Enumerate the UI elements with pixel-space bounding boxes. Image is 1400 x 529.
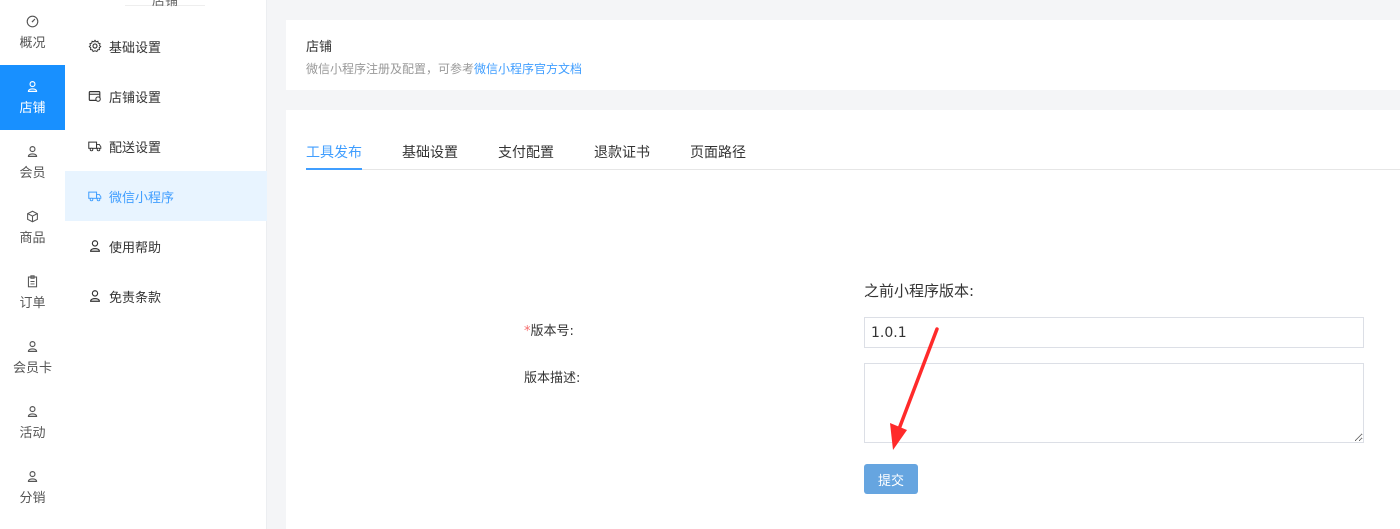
rail-item-shop[interactable]: 店铺 — [0, 65, 65, 130]
page-header: 店铺 微信小程序注册及配置，可参考微信小程序官方文档 — [286, 20, 1400, 90]
page-title: 店铺 — [306, 40, 333, 55]
sub-sidebar-title: 店铺 — [125, 0, 205, 9]
clipboard-icon — [27, 274, 38, 287]
sub-item-wechat-miniprogram[interactable]: 微信小程序 — [65, 171, 267, 221]
rail-item-distribution[interactable]: 分销 — [0, 455, 65, 520]
rail-item-label: 店铺 — [19, 100, 46, 116]
main-panel: 工具发布 基础设置 支付配置 退款证书 页面路径 之前小程序版本: *版本号: … — [286, 110, 1400, 529]
tab-page-paths[interactable]: 页面路径 — [690, 142, 746, 170]
tab-basic-settings[interactable]: 基础设置 — [402, 142, 458, 170]
sub-item-label: 使用帮助 — [109, 240, 162, 256]
description-field-label: 版本描述: — [524, 371, 581, 386]
main-nav-rail: 概况 店铺 会员 商品 订单 会员卡 活动 分销 — [0, 0, 65, 529]
version-label-text: 版本号: — [530, 324, 574, 339]
rail-item-label: 商品 — [19, 230, 46, 246]
rail-item-label: 概况 — [19, 35, 46, 51]
truck-icon — [87, 138, 103, 154]
sub-item-disclaimer[interactable]: 免责条款 — [65, 271, 267, 321]
gear-icon — [87, 38, 103, 54]
tab-payment-config[interactable]: 支付配置 — [498, 142, 554, 170]
user-icon — [87, 238, 103, 254]
rail-item-orders[interactable]: 订单 — [0, 260, 65, 325]
rail-item-activities[interactable]: 活动 — [0, 390, 65, 455]
rail-item-products[interactable]: 商品 — [0, 195, 65, 260]
rail-item-members[interactable]: 会员 — [0, 130, 65, 195]
rail-item-membership-card[interactable]: 会员卡 — [0, 325, 65, 390]
user-icon — [27, 470, 38, 482]
user-icon — [27, 340, 38, 352]
sub-item-help[interactable]: 使用帮助 — [65, 221, 267, 271]
page-subtitle-text: 微信小程序注册及配置，可参考 — [306, 62, 475, 76]
rail-item-label: 会员 — [19, 165, 46, 181]
box-icon — [27, 210, 38, 222]
rail-item-label: 分销 — [19, 490, 46, 506]
description-textarea[interactable] — [864, 363, 1364, 443]
sub-item-label: 配送设置 — [109, 140, 162, 156]
rail-item-label: 会员卡 — [12, 360, 52, 376]
tab-bar: 工具发布 基础设置 支付配置 退款证书 页面路径 — [306, 138, 1400, 170]
user-icon — [27, 405, 38, 417]
sub-item-label: 基础设置 — [109, 40, 162, 56]
version-field-label: *版本号: — [524, 320, 574, 339]
tab-tool-publish[interactable]: 工具发布 — [306, 142, 362, 170]
truck-icon — [87, 188, 103, 204]
shop-settings-icon — [87, 88, 103, 104]
rail-item-overview[interactable]: 概况 — [0, 0, 65, 65]
sub-item-label: 微信小程序 — [109, 190, 175, 206]
rail-item-label: 订单 — [19, 295, 46, 311]
dashboard-icon — [26, 15, 39, 27]
version-input[interactable] — [864, 317, 1364, 348]
sub-item-label: 店铺设置 — [109, 90, 162, 106]
sub-sidebar: 店铺 基础设置 店铺设置 配送设置 微信小程序 使用帮助 免责条款 — [65, 0, 267, 529]
user-icon — [27, 145, 38, 157]
user-icon — [27, 80, 38, 92]
user-icon — [87, 288, 103, 304]
page-subtitle: 微信小程序注册及配置，可参考微信小程序官方文档 — [306, 60, 1380, 77]
sub-item-shop-settings[interactable]: 店铺设置 — [65, 71, 267, 121]
rail-item-label: 活动 — [19, 425, 46, 441]
sub-item-label: 免责条款 — [109, 290, 162, 306]
submit-button[interactable]: 提交 — [864, 464, 918, 494]
wechat-docs-link[interactable]: 微信小程序官方文档 — [474, 62, 582, 76]
tab-refund-cert[interactable]: 退款证书 — [594, 142, 650, 170]
sub-item-delivery-settings[interactable]: 配送设置 — [65, 121, 267, 171]
previous-version-label: 之前小程序版本: — [864, 282, 975, 300]
sub-item-basic-settings[interactable]: 基础设置 — [65, 21, 267, 71]
